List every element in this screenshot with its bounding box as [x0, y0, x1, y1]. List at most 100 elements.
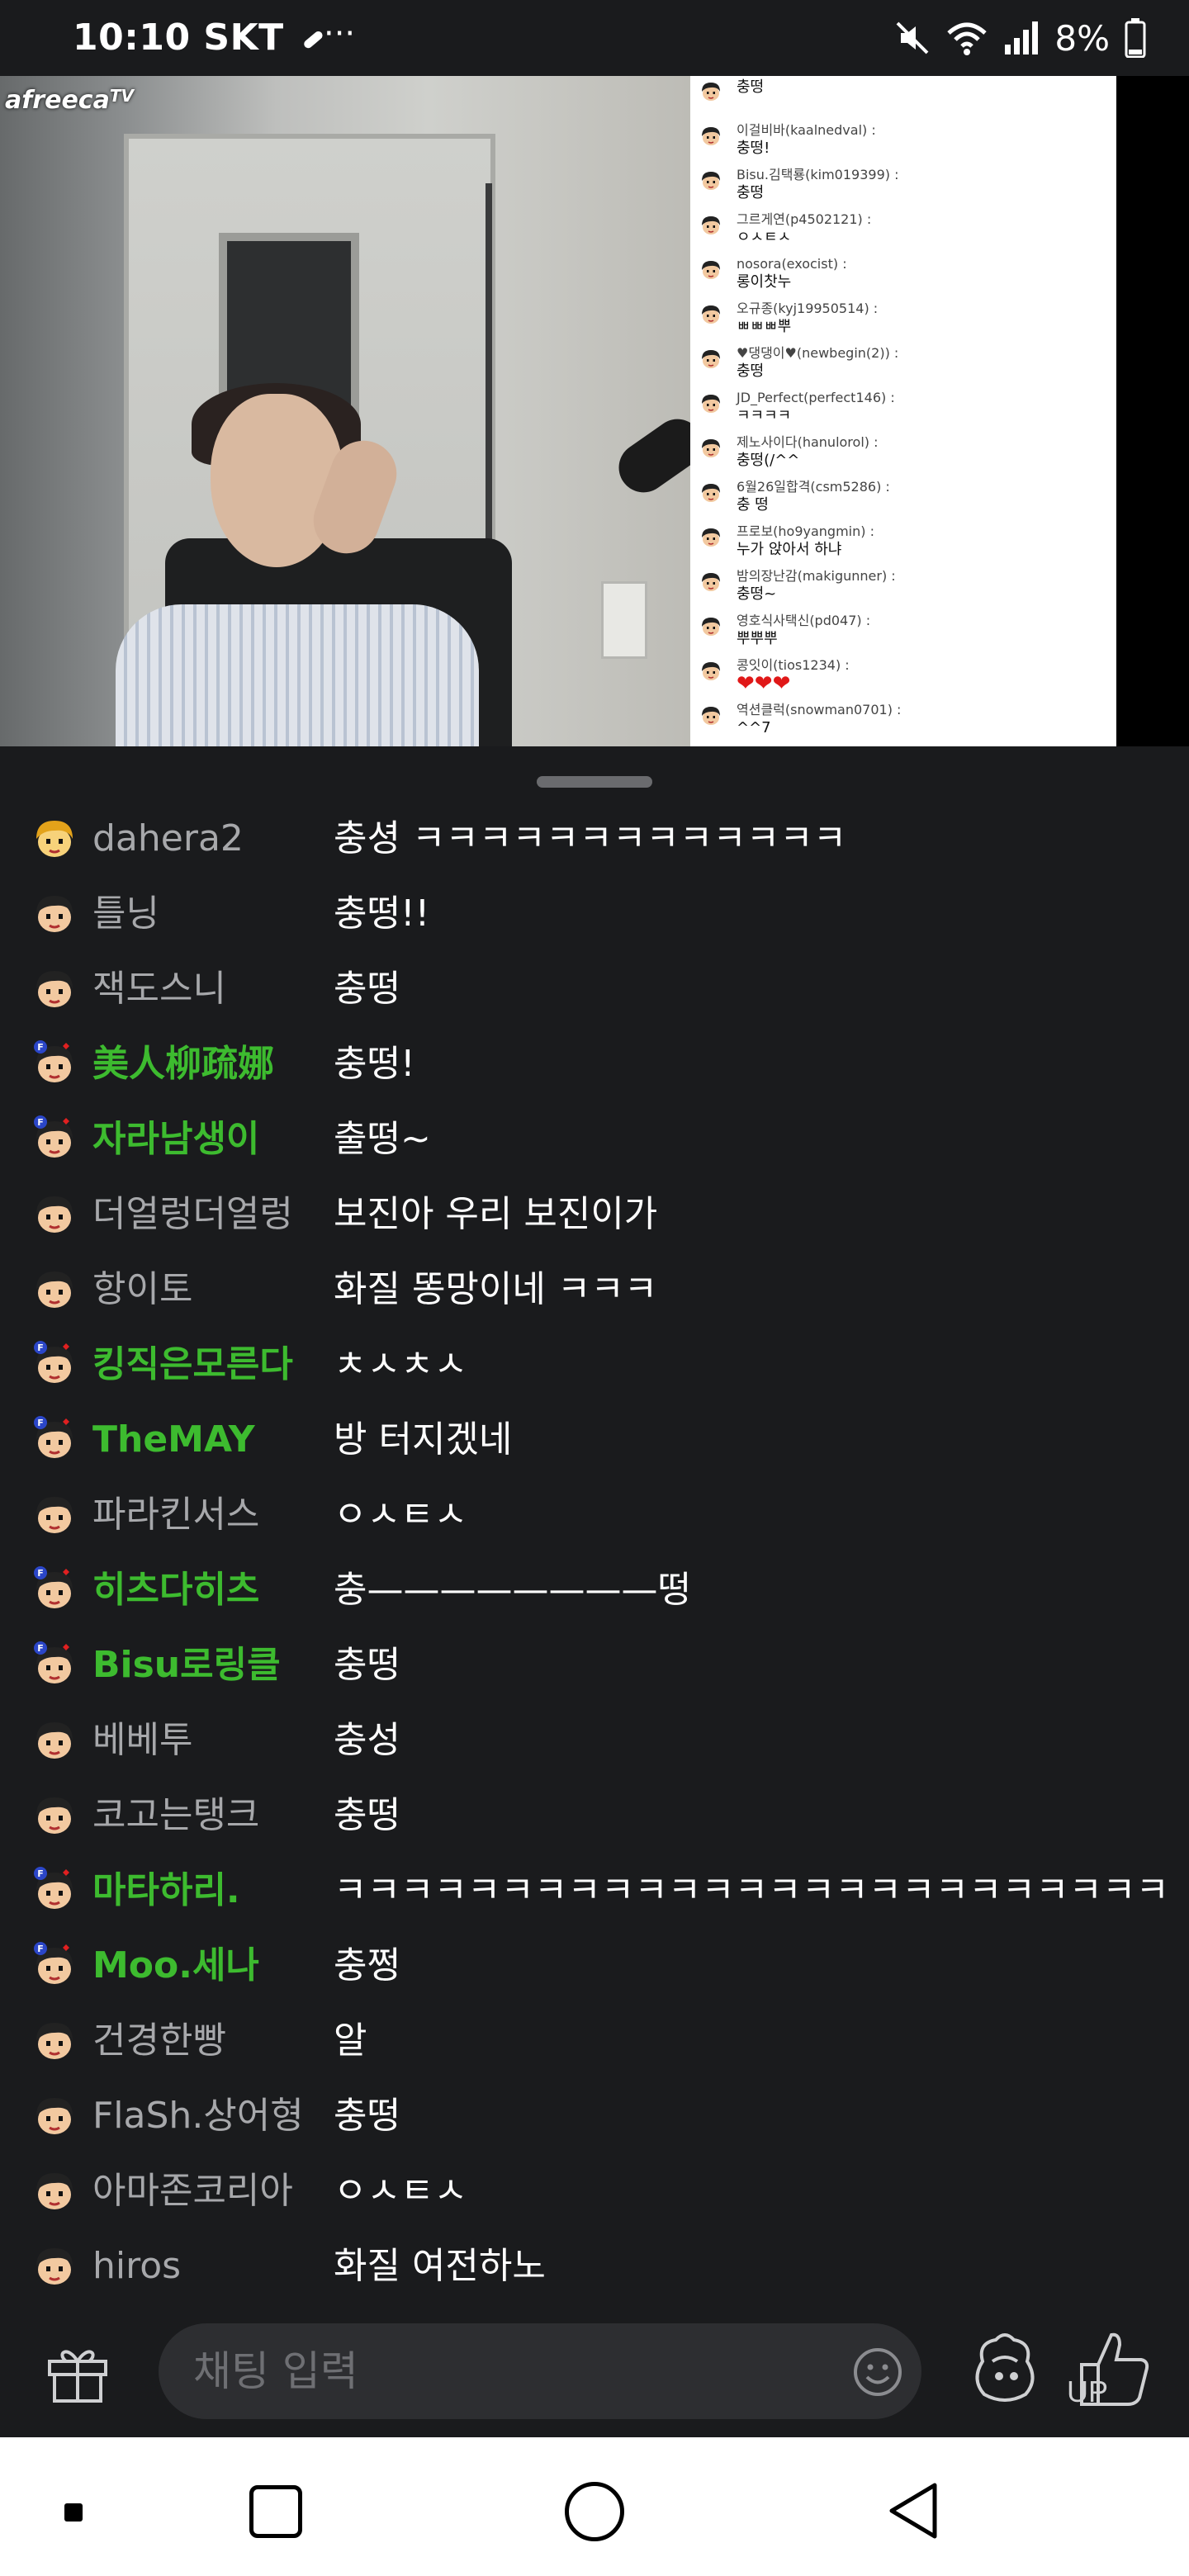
- chat-username[interactable]: 자라남생이: [92, 1101, 259, 1177]
- user-face-avatar-icon[interactable]: [30, 1716, 79, 1765]
- light-switch: [601, 581, 647, 659]
- user-face-avatar-icon[interactable]: [30, 1190, 79, 1239]
- drag-handle[interactable]: [537, 776, 652, 788]
- user-face-avatar-icon[interactable]: [30, 1490, 79, 1540]
- video-player[interactable]: afreecaTV 충떵 이걸비바(kaalnedval) : 충떵! Bisu.김택…: [0, 76, 1116, 746]
- chat-message-row[interactable]: FlaSh.상어형 충떵: [0, 2078, 1189, 2153]
- home-button[interactable]: [565, 2482, 624, 2541]
- chat-username[interactable]: 코고는탱크: [92, 1778, 259, 1853]
- overlay-chat-line: 충떵: [690, 76, 1116, 121]
- chat-message-text: 충————————떵: [334, 1569, 691, 1611]
- chat-message-row[interactable]: hiros 화질 여전하노: [0, 2228, 1189, 2304]
- overlay-avatar-icon: [699, 614, 723, 639]
- chat-message-text: 충셩 ㅋㅋㅋㅋㅋㅋㅋㅋㅋㅋㅋㅋㅋ: [334, 817, 847, 859]
- chat-message-row[interactable]: F 킹직은모른다 ㅊㅅㅊㅅ: [0, 1327, 1189, 1402]
- chat-input-bar: 채팅 입력 UP: [0, 2305, 1189, 2437]
- chat-message-row[interactable]: 건경한빵 알: [0, 2003, 1189, 2078]
- overlay-chat-username: 오규종(kyj19950514) :: [737, 301, 879, 316]
- chat-message-row[interactable]: 코고는탱크 충떵: [0, 1778, 1189, 1853]
- emoji-icon[interactable]: [852, 2346, 903, 2398]
- chat-username[interactable]: 마타하리.: [92, 1853, 240, 1928]
- chat-username[interactable]: 항이토: [92, 1252, 192, 1327]
- fan-face-avatar-icon[interactable]: F: [30, 1340, 79, 1390]
- overlay-chat-line: 영호식사택신(pd047) : 뿌뿌뿌: [690, 611, 1116, 656]
- user-face-avatar-icon[interactable]: [30, 2166, 79, 2216]
- pen-icon: [303, 31, 323, 49]
- chat-username[interactable]: 건경한빵: [92, 2003, 226, 2078]
- chat-username[interactable]: dahera2: [92, 801, 244, 876]
- chat-message-row[interactable]: dahera2 충셩 ㅋㅋㅋㅋㅋㅋㅋㅋㅋㅋㅋㅋㅋ: [0, 801, 1189, 876]
- star-balloon-icon[interactable]: [968, 2328, 1042, 2411]
- chat-username[interactable]: hiros: [92, 2228, 181, 2304]
- chat-username[interactable]: 히츠다히츠: [92, 1552, 259, 1627]
- overlay-chat-text: ^^7: [737, 719, 771, 736]
- chat-message-row[interactable]: 틀닝 충떵!!: [0, 876, 1189, 951]
- overlay-chat-username: 이걸비바(kaalnedval) :: [737, 122, 876, 138]
- chat-list[interactable]: dahera2 충셩 ㅋㅋㅋㅋㅋㅋㅋㅋㅋㅋㅋㅋㅋ 틀닝 충떵!! 잭도스니 충떵 F 美人柳疏…: [0, 801, 1189, 2304]
- chat-message-text: 충떵: [334, 2095, 400, 2137]
- chat-message-row[interactable]: F 마타하리. ㅋㅋㅋㅋㅋㅋㅋㅋㅋㅋㅋㅋㅋㅋㅋㅋㅋㅋㅋㅋㅋㅋㅋㅋㅋ: [0, 1853, 1189, 1928]
- overlay-avatar-icon: [699, 436, 723, 461]
- fan-face-avatar-icon[interactable]: F: [30, 1941, 79, 1991]
- chat-message-row[interactable]: F Bisu로링클 충떵: [0, 1627, 1189, 1702]
- fan-face-avatar-icon[interactable]: F: [30, 1641, 79, 1690]
- chat-username[interactable]: 틀닝: [92, 876, 159, 951]
- nav-indicator-icon[interactable]: [64, 2503, 83, 2522]
- fan-face-avatar-icon[interactable]: F: [30, 1039, 79, 1089]
- overlay-chat-text: 충떵(/^^: [737, 452, 800, 469]
- chat-username[interactable]: 파라킨서스: [92, 1477, 259, 1552]
- chat-username[interactable]: 잭도스니: [92, 951, 226, 1026]
- back-button[interactable]: [883, 2480, 941, 2541]
- chat-username[interactable]: FlaSh.상어형: [92, 2078, 304, 2153]
- chat-message-text: 충떵!: [334, 1043, 415, 1085]
- chat-username[interactable]: TheMAY: [92, 1402, 255, 1477]
- overlay-chat-username: 6월26일합격(csm5286) :: [737, 479, 890, 495]
- up-button[interactable]: UP: [1065, 2323, 1156, 2414]
- chat-message-row[interactable]: 파라킨서스 ㅇㅅㅌㅅ: [0, 1477, 1189, 1552]
- overlay-avatar-icon: [699, 659, 723, 684]
- overlay-chat-text: 충떵: [737, 78, 765, 96]
- chat-username[interactable]: 아마존코리아: [92, 2153, 293, 2228]
- overlay-chat-text: ❤❤❤: [737, 671, 791, 696]
- gift-icon[interactable]: [43, 2337, 112, 2406]
- overlay-chat-line: 그르게연(p4502121) : ㅇㅅㅌㅅ: [690, 210, 1116, 254]
- chat-message-row[interactable]: F TheMAY 방 터지겠네: [0, 1402, 1189, 1477]
- user-face-avatar-icon[interactable]: [30, 889, 79, 939]
- chat-username[interactable]: 美人柳疏娜: [92, 1026, 274, 1101]
- fan-face-avatar-icon[interactable]: F: [30, 1866, 79, 1915]
- user-face-avatar-icon[interactable]: [30, 1791, 79, 1840]
- svg-text:F: F: [37, 1568, 44, 1579]
- chat-message-row[interactable]: 아마존코리아 ㅇㅅㅌㅅ: [0, 2153, 1189, 2228]
- chat-username[interactable]: 베베투: [92, 1702, 192, 1778]
- chat-username[interactable]: 더얼렁더얼렁: [92, 1177, 293, 1252]
- chat-message-row[interactable]: 더얼렁더얼렁 보진아 우리 보진이가: [0, 1177, 1189, 1252]
- overlay-chat-line: nosora(exocist) : 롱이찻누: [690, 254, 1116, 299]
- user-face-avatar-icon[interactable]: [30, 1265, 79, 1314]
- overlay-chat-username: 그르게연(p4502121) :: [737, 211, 872, 227]
- chat-message-row[interactable]: 항이토 화질 똥망이네 ㅋㅋㅋ: [0, 1252, 1189, 1327]
- user-face-avatar-icon[interactable]: [30, 964, 79, 1014]
- user-face-avatar-icon[interactable]: [30, 2091, 79, 2141]
- chat-username[interactable]: Moo.세나: [92, 1928, 259, 2003]
- svg-text:F: F: [37, 1117, 44, 1128]
- user-face-avatar-icon[interactable]: [30, 2016, 79, 2066]
- chat-message-text: 충떵!!: [334, 893, 430, 935]
- gold-face-avatar-icon[interactable]: [30, 814, 79, 864]
- overlay-avatar-icon: [699, 168, 723, 193]
- fan-face-avatar-icon[interactable]: F: [30, 1415, 79, 1465]
- chat-input[interactable]: 채팅 입력: [159, 2323, 921, 2419]
- chat-username[interactable]: Bisu로링클: [92, 1627, 281, 1702]
- system-nav-bar: [0, 2437, 1189, 2576]
- chat-message-text: 보진아 우리 보진이가: [334, 1193, 658, 1235]
- chat-username[interactable]: 킹직은모른다: [92, 1327, 293, 1402]
- fan-face-avatar-icon[interactable]: F: [30, 1115, 79, 1164]
- chat-message-row[interactable]: F 자라남생이 출떵~: [0, 1101, 1189, 1177]
- chat-message-row[interactable]: F 美人柳疏娜 충떵!: [0, 1026, 1189, 1101]
- fan-face-avatar-icon[interactable]: F: [30, 1565, 79, 1615]
- chat-message-row[interactable]: F Moo.세나 충쩡: [0, 1928, 1189, 2003]
- user-face-avatar-icon[interactable]: [30, 2242, 79, 2291]
- chat-message-row[interactable]: 베베투 충성: [0, 1702, 1189, 1778]
- chat-message-row[interactable]: F 히츠다히츠 충————————떵: [0, 1552, 1189, 1627]
- chat-message-row[interactable]: 잭도스니 충떵: [0, 951, 1189, 1026]
- recent-apps-button[interactable]: [249, 2485, 302, 2538]
